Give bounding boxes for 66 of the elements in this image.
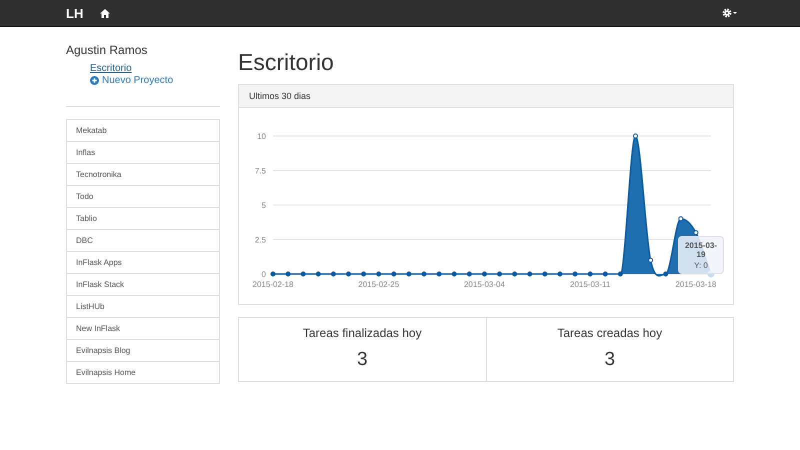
panel-heading: Ultimos 30 dias — [239, 85, 733, 108]
data-point — [588, 272, 593, 276]
x-tick-label: 2015-03-04 — [464, 280, 505, 289]
home-icon[interactable] — [100, 8, 110, 18]
tooltip-value: Y: 0 — [693, 261, 709, 270]
data-point — [542, 272, 548, 276]
data-point — [527, 272, 532, 276]
plus-icon — [90, 76, 99, 85]
data-point — [376, 272, 382, 276]
data-point — [693, 230, 698, 236]
data-point — [436, 272, 442, 276]
project-item[interactable]: ListHUb — [67, 295, 219, 317]
data-point — [497, 272, 502, 276]
data-point — [572, 272, 578, 276]
stat-value: 3 — [356, 349, 369, 371]
data-point — [361, 272, 366, 276]
data-point — [270, 272, 276, 276]
dashboard-link[interactable]: Escritorio — [90, 63, 132, 74]
project-item[interactable]: Mekatab — [67, 120, 219, 141]
data-point — [286, 272, 291, 276]
project-item[interactable]: New InFlask — [67, 317, 219, 339]
data-point — [678, 216, 684, 222]
project-item[interactable]: Evilnapsis Home — [67, 361, 219, 383]
data-point — [330, 272, 336, 276]
brand-link[interactable]: LH — [66, 6, 84, 20]
page-title: Escritorio — [238, 49, 335, 76]
y-tick-label: 7.5 — [254, 166, 266, 176]
project-item[interactable]: DBC — [67, 229, 219, 251]
y-tick-label: 0 — [262, 270, 266, 279]
data-point — [632, 134, 638, 138]
data-point — [422, 272, 427, 276]
data-point — [663, 272, 668, 276]
data-point — [618, 272, 623, 276]
data-point — [557, 272, 562, 276]
new-project-link[interactable]: Nuevo Proyecto — [90, 75, 174, 86]
project-item[interactable]: InFlask Apps — [67, 251, 219, 273]
data-point — [300, 272, 306, 276]
x-tick-label: 2015-03-11 — [570, 280, 610, 289]
y-tick-label: 2.5 — [254, 236, 266, 244]
x-tick-label: 2015-02-18 — [252, 280, 294, 289]
data-point — [391, 272, 396, 276]
user-name: Agustin Ramos — [66, 43, 148, 57]
project-item[interactable]: InFlask Stack — [67, 273, 219, 295]
tooltip-date: 2015-03-19 — [684, 241, 718, 259]
project-item[interactable]: Evilnapsis Blog — [67, 339, 219, 361]
project-item[interactable]: Todo — [67, 185, 219, 207]
project-item[interactable]: Tecnotronika — [67, 163, 219, 185]
project-item[interactable]: Tablio — [67, 207, 219, 229]
data-point — [452, 272, 457, 276]
data-point — [648, 258, 654, 263]
stat-value: 3 — [603, 349, 616, 371]
y-tick-label: 10 — [257, 132, 266, 141]
settings-icon[interactable] — [722, 8, 738, 18]
data-point — [512, 272, 518, 276]
stat-label: Tareas creadas hoy — [556, 326, 664, 340]
y-tick-label: 5 — [262, 201, 266, 210]
data-point — [316, 272, 321, 276]
data-point — [466, 272, 472, 276]
data-point — [602, 272, 608, 276]
stat-label: Tareas finalizadas hoy — [302, 326, 423, 340]
data-point — [406, 272, 412, 276]
x-tick-label: 2015-03-18 — [675, 280, 716, 289]
data-point — [482, 272, 487, 276]
x-tick-label: 2015-02-25 — [358, 280, 400, 289]
data-point — [346, 272, 352, 276]
project-item[interactable]: Inflas — [67, 141, 219, 163]
